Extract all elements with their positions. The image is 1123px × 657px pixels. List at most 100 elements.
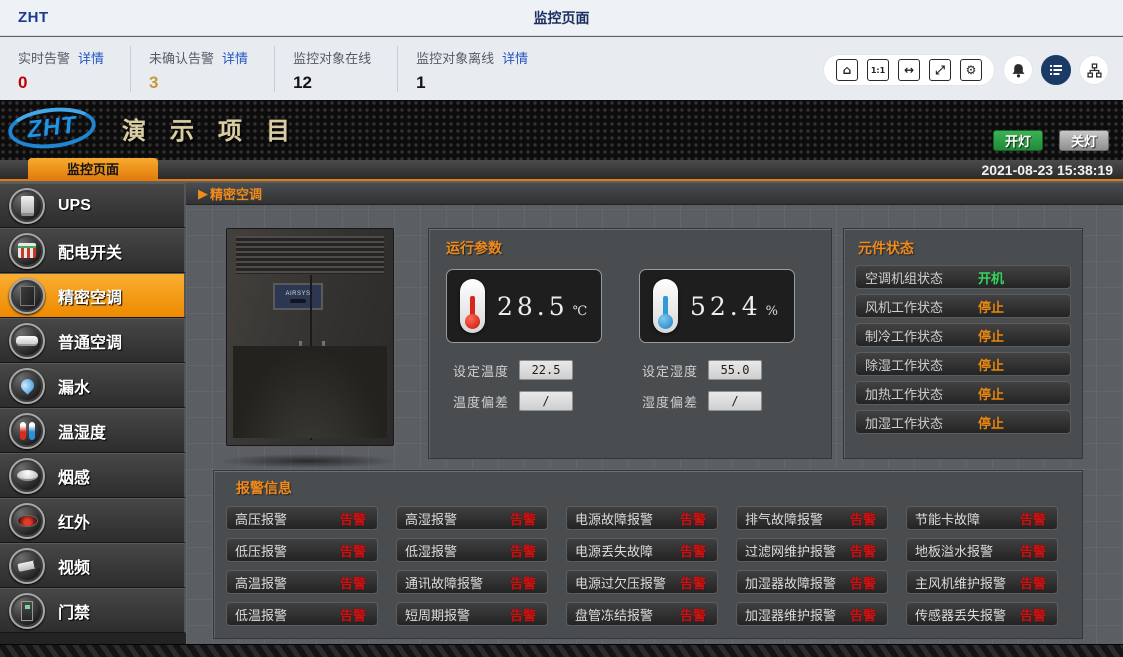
fit-width-icon[interactable]: ↔ (898, 59, 920, 81)
thermometer-blue-icon (653, 279, 678, 333)
top-bar: ZHT 监控页面 (0, 0, 1123, 36)
alarm-status: 告警 (340, 509, 366, 528)
status-value: 停止 (978, 413, 1004, 432)
stats-bar: 实时告警 详情 0 未确认告警 详情 3 监控对象在线 12 监控对象离线 详情… (0, 37, 1123, 100)
stat-value: 3 (149, 74, 248, 92)
alarm-high-humidity: 高湿报警告警 (396, 506, 548, 530)
detail-link[interactable]: 详情 (502, 48, 528, 67)
run-params-title: 运行参数 (446, 238, 831, 258)
alarm-power-loss: 电源丢失故障告警 (566, 538, 718, 562)
fit-screen-icon[interactable]: ⤢ (929, 59, 951, 81)
sidebar-item-video[interactable]: 视频 (0, 543, 186, 588)
precision-ac-icon (9, 278, 45, 314)
set-temp-field[interactable]: 22.5 (519, 360, 573, 380)
status-row-cooling: 制冷工作状态 停止 (855, 323, 1071, 347)
humidity-display: 52.4% (639, 269, 795, 343)
alarm-status: 告警 (510, 541, 536, 560)
sidebar-item-temp-humidity[interactable]: 温湿度 (0, 408, 186, 453)
light-off-button[interactable]: 关灯 (1059, 130, 1109, 151)
sidebar-item-door-access[interactable]: 门禁 (0, 588, 186, 633)
temperature-display: 28.5℃ (446, 269, 602, 343)
stat-value: 1 (416, 74, 528, 92)
notification-bell-button[interactable] (1003, 55, 1033, 85)
alarm-filter-maintenance: 过滤网维护报警告警 (736, 538, 888, 562)
set-temp-label: 设定温度 (453, 361, 509, 380)
alarm-exhaust-fault: 排气故障报警告警 (736, 506, 888, 530)
alarm-status: 告警 (510, 509, 536, 528)
stat-label: 实时告警 (18, 48, 70, 67)
alarm-status: 告警 (340, 605, 366, 624)
sidebar-item-normal-ac[interactable]: 普通空调 (0, 318, 186, 363)
alarm-status: 告警 (1020, 541, 1046, 560)
status-value: 停止 (978, 384, 1004, 403)
sidebar-item-power-switch[interactable]: 配电开关 (0, 228, 186, 273)
run-params-panel: 运行参数 28.5℃ 52.4% 设定温度 22.5 (428, 228, 832, 459)
detail-link[interactable]: 详情 (222, 48, 248, 67)
alarm-humidifier-fault: 加湿器故障报警告警 (736, 570, 888, 594)
alarm-humidifier-maintenance: 加湿器维护报警告警 (736, 602, 888, 626)
view-toolbar: ⌂ 1:1 ↔ ⤢ ⚙ (823, 54, 1109, 86)
thermometer-red-icon (460, 279, 485, 333)
alarm-short-cycle: 短周期报警告警 (396, 602, 548, 626)
alarm-info-panel: 报警信息 高压报警告警 高湿报警告警 电源故障报警告警 排气故障报警告警 节能卡… (213, 470, 1083, 639)
detail-link[interactable]: 详情 (78, 48, 104, 67)
status-row-dehumidify: 除湿工作状态 停止 (855, 352, 1071, 376)
device-sidebar: UPS 配电开关 精密空调 普通空调 漏水 温湿度 烟感 红外 视频 门禁 (0, 183, 186, 657)
status-row-heating: 加热工作状态 停止 (855, 381, 1071, 405)
thermometers-icon (9, 413, 45, 449)
component-status-title: 元件状态 (858, 238, 1082, 258)
bell-icon (1011, 63, 1026, 78)
ac-brand-label: AIRSYS (285, 291, 310, 297)
topology-button[interactable] (1079, 55, 1109, 85)
list-icon (1049, 63, 1063, 77)
sidebar-item-water-leak[interactable]: 漏水 (0, 363, 186, 408)
smoke-detector-icon (9, 458, 45, 494)
settings-gear-icon[interactable]: ⚙ (960, 59, 982, 81)
section-title: 精密空调 (210, 184, 262, 203)
logo-text: ZHT (26, 111, 78, 144)
sidebar-item-ups[interactable]: UPS (0, 183, 186, 228)
humidity-deviation-label: 湿度偏差 (642, 392, 698, 411)
alarm-grid: 高压报警告警 高湿报警告警 电源故障报警告警 排气故障报警告警 节能卡故障告警 … (214, 506, 1082, 626)
tab-strip: 监控页面 2021-08-23 15:38:19 (0, 160, 1123, 181)
light-on-button[interactable]: 开灯 (993, 130, 1043, 151)
alarm-main-fan-maintenance: 主风机维护报警告警 (906, 570, 1058, 594)
sidebar-item-smoke[interactable]: 烟感 (0, 453, 186, 498)
ac-cabinet: AIRSYS (226, 228, 394, 446)
alarm-status: 告警 (1020, 573, 1046, 592)
stat-value: 12 (293, 74, 371, 92)
alarm-info-title: 报警信息 (236, 478, 1082, 498)
alarm-status: 告警 (680, 573, 706, 592)
circuit-breaker-icon (9, 233, 45, 269)
status-row-fan: 风机工作状态 停止 (855, 294, 1071, 318)
sidebar-item-precision-ac[interactable]: 精密空调 (0, 273, 186, 318)
tab-monitor-page[interactable]: 监控页面 (28, 158, 158, 179)
stat-value: 0 (18, 74, 104, 92)
status-value: 停止 (978, 326, 1004, 345)
alarm-status: 告警 (1020, 605, 1046, 624)
sidebar-item-infrared[interactable]: 红外 (0, 498, 186, 543)
alarm-list-button[interactable] (1041, 55, 1071, 85)
alarm-sensor-loss: 传感器丢失报警告警 (906, 602, 1058, 626)
one-to-one-icon[interactable]: 1:1 (867, 59, 889, 81)
section-arrow-icon: ▶ (198, 186, 208, 202)
alarm-high-pressure: 高压报警告警 (226, 506, 378, 530)
zoom-toolbar: ⌂ 1:1 ↔ ⤢ ⚙ (823, 54, 995, 86)
set-humidity-field[interactable]: 55.0 (708, 360, 762, 380)
door-access-icon (9, 593, 45, 629)
alarm-power-over-under-voltage: 电源过欠压报警告警 (566, 570, 718, 594)
component-status-panel: 元件状态 空调机组状态 开机 风机工作状态 停止 制冷工作状态 停止 除湿工作状… (843, 228, 1083, 459)
company-logo: ZHT 演示项目 (8, 108, 314, 148)
status-value: 开机 (978, 268, 1004, 287)
ups-icon (9, 188, 45, 224)
topology-icon (1087, 63, 1102, 78)
temp-deviation-label: 温度偏差 (453, 392, 509, 411)
home-icon[interactable]: ⌂ (836, 59, 858, 81)
camera-icon (9, 548, 45, 584)
alarm-status: 告警 (850, 509, 876, 528)
wall-ac-icon (9, 323, 45, 359)
alarm-status: 告警 (850, 573, 876, 592)
water-drop-icon (9, 368, 45, 404)
ac-unit-image: AIRSYS (208, 222, 414, 468)
humidity-value: 52.4 (690, 292, 762, 321)
